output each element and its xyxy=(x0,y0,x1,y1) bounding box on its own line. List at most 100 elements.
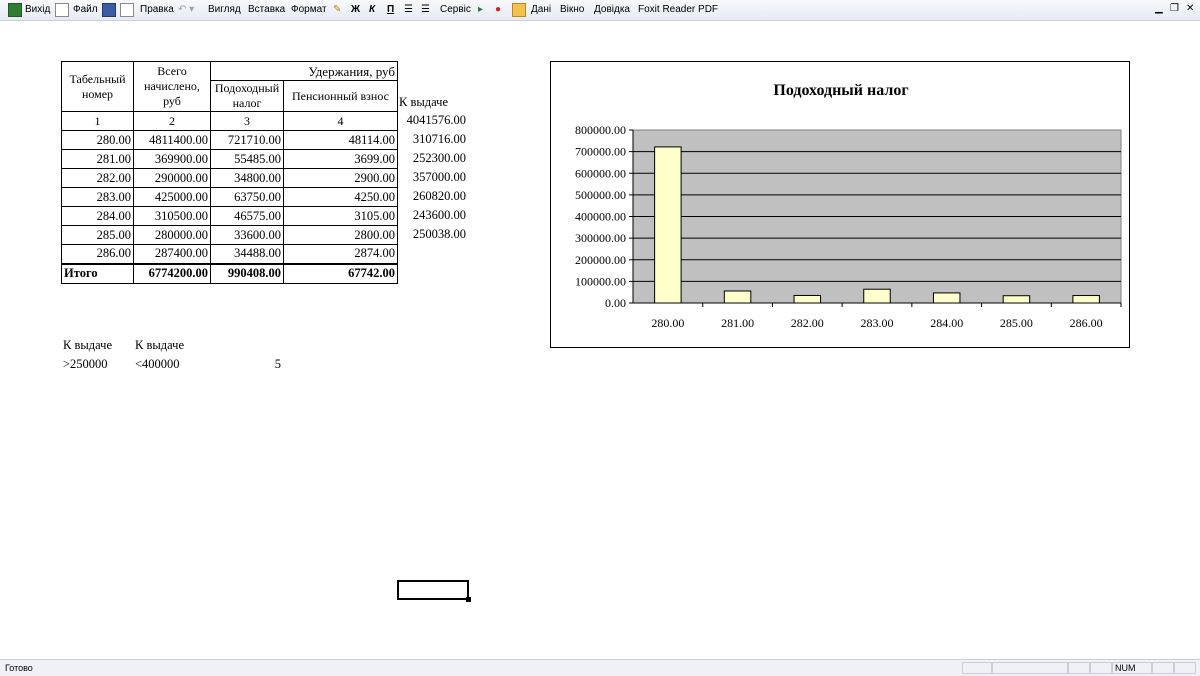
cell-pension[interactable]: 2900.00 xyxy=(283,168,398,188)
cell-tab-number[interactable]: 282.00 xyxy=(61,168,134,188)
cell-pension[interactable]: 48114.00 xyxy=(283,130,398,150)
cell-tax[interactable]: 55485.00 xyxy=(210,149,284,169)
worksheet[interactable]: Табельный номер Всего начислено, руб Уде… xyxy=(0,21,1200,658)
record-icon[interactable]: ● xyxy=(495,4,501,15)
y-tick-label: 700000.00 xyxy=(575,145,626,159)
status-cell xyxy=(1068,662,1090,674)
menu-tools[interactable]: Сервіс xyxy=(440,4,471,15)
cell-tax[interactable]: 33600.00 xyxy=(210,225,284,245)
cell-total[interactable]: 310500.00 xyxy=(133,206,211,226)
payout-value[interactable]: 260820.00 xyxy=(400,189,466,204)
cell-total[interactable]: 4811400.00 xyxy=(133,130,211,150)
menu-edit[interactable]: Правка xyxy=(140,4,174,15)
run-icon[interactable]: ▸ xyxy=(478,4,483,15)
cell-pension[interactable]: 2800.00 xyxy=(283,225,398,245)
payout-value[interactable]: 310716.00 xyxy=(400,132,466,147)
bar xyxy=(723,290,752,304)
header-income-tax[interactable]: Подоходный налог xyxy=(210,80,284,112)
cell-tax[interactable]: 34800.00 xyxy=(210,168,284,188)
cell-tab-number[interactable]: 283.00 xyxy=(61,187,134,207)
status-ready: Готово xyxy=(5,663,33,673)
header-pension[interactable]: Пенсионный взнос xyxy=(283,80,398,112)
totals-pension[interactable]: 67742.00 xyxy=(283,262,398,284)
cell-pension[interactable]: 2874.00 xyxy=(283,244,398,264)
bar xyxy=(863,288,891,304)
menu-help[interactable]: Довідка xyxy=(594,4,630,15)
y-tick-label: 200000.00 xyxy=(575,253,626,267)
x-tick-label: 282.00 xyxy=(791,316,824,330)
plot-area: 0.00 100000.00 200000.00 300000.00 400000.00… xyxy=(575,123,1122,330)
cell-tax[interactable]: 721710.00 xyxy=(210,130,284,150)
cell-pension[interactable]: 3699.00 xyxy=(283,149,398,169)
totals-tax[interactable]: 990408.00 xyxy=(210,262,284,284)
payout-value[interactable]: 243600.00 xyxy=(400,208,466,223)
justify-icon[interactable]: ☰ xyxy=(421,4,430,15)
italic-button[interactable]: К xyxy=(369,4,375,15)
cell-tax[interactable]: 34488.00 xyxy=(210,244,284,264)
cell-pension[interactable]: 4250.00 xyxy=(283,187,398,207)
header-tab-number[interactable]: Табельный номер xyxy=(61,61,134,112)
table-row: 284.00 310500.00 46575.00 3105.00 xyxy=(61,206,398,226)
cell-tab-number[interactable]: 285.00 xyxy=(61,225,134,245)
cell-tab-number[interactable]: 286.00 xyxy=(61,244,134,264)
cell-total[interactable]: 425000.00 xyxy=(133,187,211,207)
active-cell[interactable] xyxy=(397,580,469,600)
header-total-accrued[interactable]: Всего начислено, руб xyxy=(133,61,211,112)
close-icon[interactable]: ✕ xyxy=(1186,3,1194,14)
criteria-label-2[interactable]: К выдаче xyxy=(135,338,184,353)
cell-tab-number[interactable]: 281.00 xyxy=(61,149,134,169)
col-number-4[interactable]: 4 xyxy=(283,111,398,131)
income-tax-chart[interactable]: Подоходный налог 0.00 100000.00 200000.00 3… xyxy=(550,61,1130,348)
menu-format[interactable]: Формат xyxy=(291,4,327,15)
col-number-2[interactable]: 2 xyxy=(133,111,211,131)
y-tick-label: 400000.00 xyxy=(575,210,626,224)
totals-accrued[interactable]: 6774200.00 xyxy=(133,262,211,284)
table-row: 280.00 4811400.00 721710.00 48114.00 xyxy=(61,130,398,150)
undo-icon[interactable]: ↶ ▾ xyxy=(178,4,194,15)
col-number-1[interactable]: 1 xyxy=(61,111,134,131)
status-num: NUM xyxy=(1112,662,1152,674)
cell-total[interactable]: 290000.00 xyxy=(133,168,211,188)
status-cell xyxy=(1152,662,1174,674)
criteria-result[interactable]: 5 xyxy=(240,357,281,372)
menu-view[interactable]: Вигляд xyxy=(208,4,241,15)
cell-tab-number[interactable]: 284.00 xyxy=(61,206,134,226)
cell-pension[interactable]: 3105.00 xyxy=(283,206,398,226)
bar xyxy=(654,146,682,304)
col-number-3[interactable]: 3 xyxy=(210,111,284,131)
align-left-icon[interactable]: ☰ xyxy=(404,4,413,15)
restore-icon[interactable]: ❐ xyxy=(1170,3,1179,14)
format-painter-icon[interactable]: ✎ xyxy=(333,4,341,15)
menu-exit[interactable]: Вихід xyxy=(25,4,50,15)
cell-tax[interactable]: 63750.00 xyxy=(210,187,284,207)
cell-total[interactable]: 287400.00 xyxy=(133,244,211,264)
criteria-label-1[interactable]: К выдаче xyxy=(63,338,112,353)
menu-file[interactable]: Файл xyxy=(73,4,98,15)
menu-data[interactable]: Дані xyxy=(531,4,551,15)
header-deductions[interactable]: Удержания, руб xyxy=(210,61,398,81)
payout-value[interactable]: 252300.00 xyxy=(400,151,466,166)
menu-foxit[interactable]: Foxit Reader PDF xyxy=(638,4,718,15)
cell-tax[interactable]: 46575.00 xyxy=(210,206,284,226)
menu-window[interactable]: Вікно xyxy=(560,4,584,15)
print-preview-icon[interactable] xyxy=(120,3,134,17)
new-document-icon[interactable] xyxy=(55,3,69,17)
cell-total[interactable]: 280000.00 xyxy=(133,225,211,245)
criteria-condition-2[interactable]: <400000 xyxy=(135,357,180,372)
bold-button[interactable]: Ж xyxy=(351,4,360,15)
minimize-icon[interactable]: ▁ xyxy=(1155,3,1163,14)
payout-value[interactable]: 357000.00 xyxy=(400,170,466,185)
cell-tab-number[interactable]: 280.00 xyxy=(61,130,134,150)
fill-handle[interactable] xyxy=(466,597,471,602)
totals-label[interactable]: Итого xyxy=(61,262,134,284)
payout-value[interactable]: 250038.00 xyxy=(400,227,466,242)
status-cell xyxy=(1090,662,1112,674)
criteria-condition-1[interactable]: >250000 xyxy=(63,357,108,372)
payout-header[interactable]: К выдаче xyxy=(399,95,448,110)
payout-value[interactable]: 4041576.00 xyxy=(400,113,466,128)
cell-total[interactable]: 369900.00 xyxy=(133,149,211,169)
menu-insert[interactable]: Вставка xyxy=(248,4,285,15)
underline-button[interactable]: П xyxy=(387,4,394,15)
save-icon[interactable] xyxy=(102,3,116,17)
drawing-icon[interactable] xyxy=(512,3,526,17)
